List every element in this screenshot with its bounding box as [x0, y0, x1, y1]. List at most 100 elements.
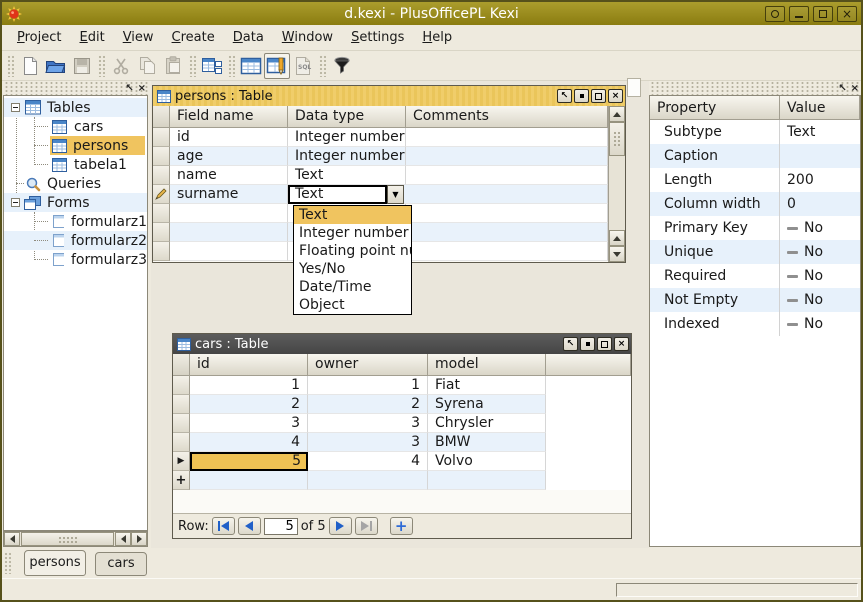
close-button[interactable]: ×	[608, 89, 623, 103]
property-value[interactable]: 0	[780, 196, 796, 212]
scroll-left-button[interactable]	[115, 532, 131, 546]
previous-row-button[interactable]	[238, 517, 261, 535]
row-header[interactable]	[153, 147, 170, 166]
scroll-left-button[interactable]	[4, 532, 20, 546]
field-name-cell[interactable]: id	[170, 128, 288, 147]
property-row-subtype[interactable]: Subtype Text	[650, 120, 860, 144]
field-row-surname[interactable]: surname Text ▼	[153, 185, 608, 204]
toolbar-gripper[interactable]	[319, 55, 326, 77]
data-type-combobox[interactable]: Text ▼	[288, 185, 406, 204]
property-value[interactable]: Text	[780, 124, 815, 140]
menu-project[interactable]: Project	[8, 26, 71, 49]
cell-owner[interactable]: 3	[308, 433, 428, 452]
sql-view-button[interactable]: SQL	[290, 53, 316, 79]
shade-button[interactable]	[765, 6, 785, 22]
toolbar-gripper[interactable]	[228, 55, 235, 77]
cell-id[interactable]: 1	[190, 376, 308, 395]
field-row-name[interactable]: name Text	[153, 166, 608, 185]
cars-window-titlebar[interactable]: cars : Table ↖ ×	[173, 334, 631, 354]
scroll-up-button[interactable]	[609, 106, 625, 122]
undock-button[interactable]: ↖	[557, 89, 572, 103]
data-row-2[interactable]: 2 2 Syrena	[173, 395, 631, 414]
field-row-age[interactable]: age Integer number	[153, 147, 608, 166]
column-header-model[interactable]: model	[428, 354, 546, 376]
row-header[interactable]	[173, 414, 190, 433]
combobox-dropdown-button[interactable]: ▼	[387, 185, 404, 204]
tab-cars[interactable]: cars	[95, 552, 147, 576]
cell-id[interactable]: 3	[190, 414, 308, 433]
combobox-value[interactable]: Text	[288, 185, 387, 204]
minimize-button[interactable]	[580, 337, 595, 351]
cell-model[interactable]: BMW	[428, 433, 546, 452]
cell-owner[interactable]: 2	[308, 395, 428, 414]
filter-button[interactable]	[329, 53, 355, 79]
dropdown-option-integer[interactable]: Integer number	[294, 224, 411, 242]
selected-cell-id[interactable]: 5	[190, 452, 308, 471]
property-row-indexed[interactable]: Indexed No	[650, 312, 860, 336]
comments-cell[interactable]	[406, 147, 608, 166]
cell-owner[interactable]: 3	[308, 414, 428, 433]
undock-icon[interactable]: ↖	[125, 82, 133, 95]
property-row-primary-key[interactable]: Primary Key No	[650, 216, 860, 240]
row-header[interactable]	[153, 204, 170, 223]
window-titlebar[interactable]: d.kexi - PlusOfficePL Kexi ×	[2, 2, 861, 25]
cell-model[interactable]: Syrena	[428, 395, 546, 414]
design-view-button[interactable]	[264, 53, 290, 79]
menu-help[interactable]: Help	[413, 26, 461, 49]
cell-id[interactable]: 2	[190, 395, 308, 414]
cell-model[interactable]: Chrysler	[428, 414, 546, 433]
dock-close-icon[interactable]: ×	[851, 82, 859, 95]
field-name-cell[interactable]: name	[170, 166, 288, 185]
sidebar-item-queries[interactable]: Queries	[4, 174, 147, 193]
current-row-input[interactable]	[264, 518, 298, 535]
comments-cell[interactable]	[406, 185, 608, 204]
data-view-button[interactable]	[238, 53, 264, 79]
dropdown-option-datetime[interactable]: Date/Time	[294, 278, 411, 296]
minimize-button[interactable]	[789, 6, 809, 22]
menu-window[interactable]: Window	[273, 26, 342, 49]
navigator-dock-handle[interactable]: ↖ ×	[3, 82, 148, 95]
column-header-field-name[interactable]: Field name	[170, 106, 288, 128]
new-object-button[interactable]	[199, 53, 225, 79]
cell-owner[interactable]: 1	[308, 376, 428, 395]
open-button[interactable]	[43, 53, 69, 79]
cell-id[interactable]: 4	[190, 433, 308, 452]
new-document-button[interactable]	[17, 53, 43, 79]
menu-edit[interactable]: Edit	[71, 26, 114, 49]
undock-icon[interactable]: ↖	[838, 82, 846, 95]
tabbar-gripper[interactable]	[4, 552, 11, 574]
new-row-marker[interactable]: +	[173, 471, 190, 490]
sidebar-item-persons[interactable]: persons	[4, 136, 147, 155]
next-row-button[interactable]	[329, 517, 352, 535]
copy-button[interactable]	[134, 53, 160, 79]
maximize-button[interactable]	[597, 337, 612, 351]
property-dock-handle[interactable]: ↖ ×	[649, 82, 861, 95]
column-header-id[interactable]: id	[190, 354, 308, 376]
navigator-horizontal-scrollbar[interactable]	[3, 531, 148, 547]
scroll-down-button[interactable]	[609, 246, 625, 262]
dropdown-option-float[interactable]: Floating point nu	[294, 242, 411, 260]
property-row-length[interactable]: Length 200	[650, 168, 860, 192]
toolbar-gripper[interactable]	[189, 55, 196, 77]
sidebar-item-tabela1[interactable]: tabela1	[4, 155, 147, 174]
maximize-button[interactable]	[591, 89, 606, 103]
scrollbar-thumb[interactable]	[609, 122, 625, 156]
first-row-button[interactable]	[212, 517, 235, 535]
column-header-data-type[interactable]: Data type	[288, 106, 406, 128]
property-row-not-empty[interactable]: Not Empty No	[650, 288, 860, 312]
row-header[interactable]	[153, 223, 170, 242]
scroll-right-button[interactable]	[131, 532, 147, 546]
persons-window-titlebar[interactable]: persons : Table ↖ ×	[153, 86, 625, 106]
minimize-button[interactable]	[574, 89, 589, 103]
dock-close-icon[interactable]: ×	[138, 82, 146, 95]
column-header-owner[interactable]: owner	[308, 354, 428, 376]
comments-cell[interactable]	[406, 166, 608, 185]
row-header-editing[interactable]	[153, 185, 170, 204]
comments-cell[interactable]	[406, 128, 608, 147]
scrollbar-track[interactable]	[609, 156, 625, 230]
paste-button[interactable]	[160, 53, 186, 79]
dropdown-option-text[interactable]: Text	[294, 206, 411, 224]
last-row-button[interactable]	[355, 517, 378, 535]
cell-model[interactable]: Volvo	[428, 452, 546, 471]
menu-view[interactable]: View	[114, 26, 163, 49]
